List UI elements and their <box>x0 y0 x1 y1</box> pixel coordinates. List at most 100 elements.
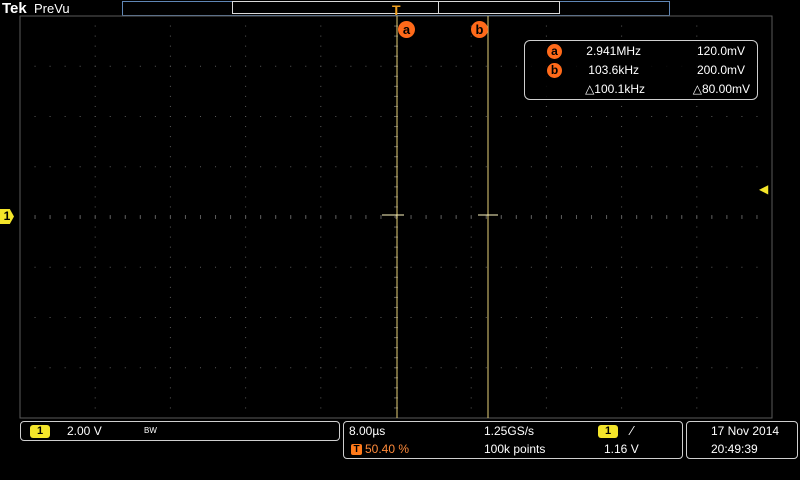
grid-dot <box>621 276 623 278</box>
grid-dot <box>621 156 623 158</box>
channel-1-panel[interactable]: 1 2.00 V BW <box>20 421 340 441</box>
trigger-position-icon: T <box>351 444 362 455</box>
grid-dot <box>545 347 547 349</box>
grid-dot <box>215 116 217 117</box>
timebase-trigger-panel[interactable]: 8.00µs 1.25GS/s T 50.40 % 100k points 1 … <box>343 421 683 459</box>
datetime-panel[interactable]: 17 Nov 2014 20:49:39 <box>686 421 798 459</box>
grid-dot <box>245 166 247 168</box>
grid-dot <box>545 266 547 268</box>
grid-dot <box>79 367 81 369</box>
grid-dot <box>365 367 367 369</box>
grid-dot <box>169 116 171 117</box>
grid-dot <box>320 156 322 158</box>
grid-dot <box>711 266 713 268</box>
grid-dot <box>320 296 322 298</box>
grid-dot <box>470 276 472 278</box>
grid-dot <box>515 116 517 117</box>
grid-dot <box>320 75 322 77</box>
grid-dot <box>410 166 412 168</box>
grid-dot <box>696 206 698 208</box>
grid-dot <box>34 266 36 268</box>
grid-dot <box>560 317 562 318</box>
grid-dot <box>470 116 472 117</box>
trigger-level-marker[interactable]: ◀ <box>759 182 768 196</box>
grid-dot <box>500 166 502 168</box>
grid-dot <box>245 206 247 208</box>
grid-dot <box>485 317 487 318</box>
grid-dot <box>621 296 623 298</box>
grid-dot <box>666 266 668 268</box>
grid-dot <box>320 256 322 258</box>
grid-dot <box>335 166 337 168</box>
grid-dot <box>245 75 247 77</box>
grid-dot <box>681 266 683 268</box>
grid-dot <box>575 266 577 268</box>
grid-dot <box>245 95 247 97</box>
channel-1-scale: 2.00 V <box>67 424 102 438</box>
grid-dot <box>199 367 201 369</box>
grid-dot <box>621 327 623 329</box>
grid-dot <box>19 166 21 168</box>
grid-dot <box>169 317 171 318</box>
grid-dot <box>320 327 322 329</box>
grid-dot <box>94 337 96 339</box>
grid-dot <box>245 35 247 37</box>
grid-dot <box>530 166 532 168</box>
grid-dot <box>485 65 487 67</box>
cursor-a-badge[interactable]: a <box>398 21 415 38</box>
grid-dot <box>245 45 247 47</box>
grid-dot <box>94 25 96 27</box>
grid-dot <box>500 266 502 268</box>
grid-dot <box>621 347 623 349</box>
grid-dot <box>545 166 547 168</box>
grid-dot <box>109 116 111 117</box>
grid-dot <box>320 55 322 57</box>
grid-dot <box>485 367 487 369</box>
grid-dot <box>94 327 96 329</box>
grid-dot <box>184 266 186 268</box>
grid-dot <box>245 55 247 57</box>
grid-dot <box>545 397 547 399</box>
grid-dot <box>139 116 141 117</box>
grid-dot <box>215 166 217 168</box>
grid-dot <box>696 136 698 138</box>
grid-dot <box>470 357 472 359</box>
grid-dot <box>94 65 96 67</box>
grid-dot <box>305 317 307 318</box>
grid-dot <box>94 286 96 288</box>
grid-dot <box>245 306 247 308</box>
grid-dot <box>320 136 322 138</box>
grid-dot <box>335 116 337 117</box>
grid-dot <box>440 317 442 318</box>
grid-dot <box>154 367 156 369</box>
grid-dot <box>94 166 96 168</box>
grid-dot <box>169 357 171 359</box>
grid-dot <box>470 256 472 258</box>
cursor-b-badge[interactable]: b <box>471 21 488 38</box>
grid-dot <box>515 317 517 318</box>
grid-dot <box>621 105 623 107</box>
grid-dot <box>169 45 171 47</box>
grid-dot <box>230 317 232 318</box>
grid-dot <box>34 317 36 318</box>
grid-dot <box>771 367 773 369</box>
grid-dot <box>320 176 322 178</box>
grid-dot <box>305 65 307 67</box>
grid-dot <box>696 226 698 228</box>
grid-dot <box>154 266 156 268</box>
grid-dot <box>245 337 247 339</box>
grid-dot <box>169 407 171 409</box>
grid-dot <box>410 367 412 369</box>
grid-dot <box>771 317 773 318</box>
grid-dot <box>666 367 668 369</box>
grid-dot <box>380 65 382 67</box>
grid-dot <box>320 15 322 17</box>
grid-dot <box>124 116 126 117</box>
grid-dot <box>470 65 472 67</box>
trigger-position-marker[interactable]: T <box>392 2 401 18</box>
grid-dot <box>500 65 502 67</box>
grid-dot <box>380 367 382 369</box>
grid-dot <box>470 327 472 329</box>
grid-dot <box>365 166 367 168</box>
readout-a-voltage: 120.0mV <box>696 44 745 58</box>
